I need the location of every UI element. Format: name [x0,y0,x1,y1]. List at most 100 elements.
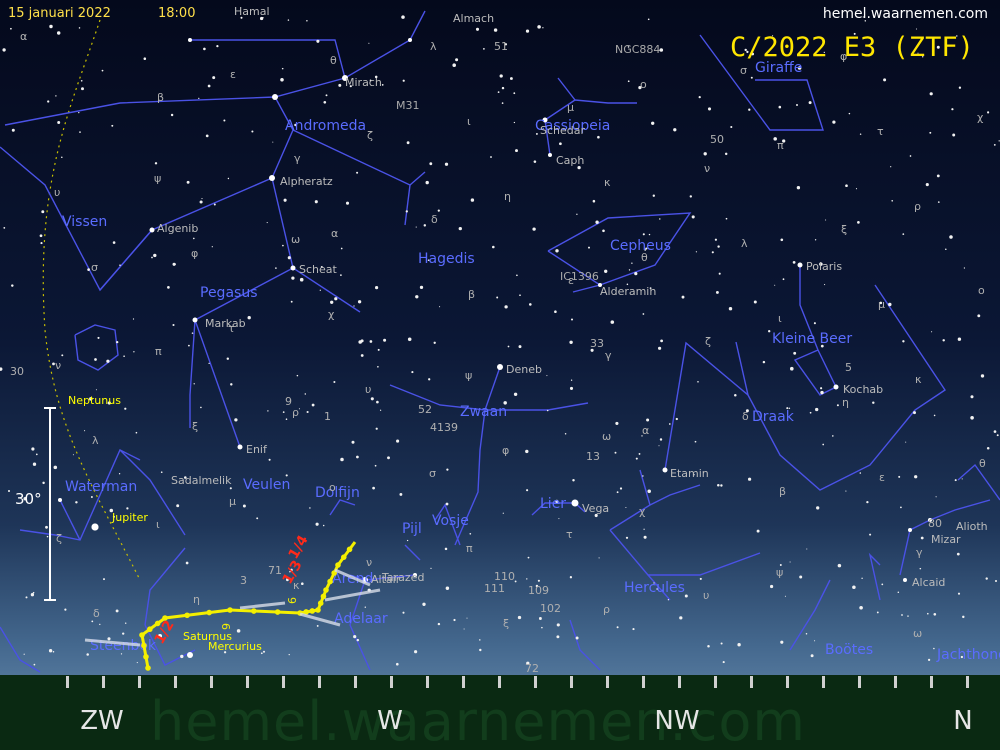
greek-letter-label: ξ [192,420,198,433]
star [859,133,862,135]
star [0,367,3,371]
star [598,557,600,559]
star [859,606,863,610]
star [55,95,57,97]
star [659,438,663,441]
flamsteed-number: 52 [418,403,432,416]
star [957,592,961,595]
star [153,253,157,258]
greek-letter-label: π [155,345,162,358]
star [538,617,542,620]
constellation-line [4,10,426,126]
flamsteed-number: 4139 [430,421,458,434]
greek-letter-label: α [331,227,338,240]
star [25,596,28,599]
greek-letter-label: κ [915,373,922,386]
greek-letter-label: π [466,542,473,555]
star [575,636,579,640]
star [822,443,825,446]
star [360,354,364,357]
flamsteed-number: 13 [586,450,600,463]
star [149,227,155,233]
star [958,86,962,89]
star [616,626,619,629]
star [291,276,295,280]
star [78,111,80,114]
star [681,295,685,299]
star [643,535,647,539]
star-map: Andromeda CassiopeiaGiraffeVissenPegasusH… [0,5,1000,675]
greek-letter-label: υ [54,186,60,199]
star-label: Polaris [806,260,842,273]
star [31,447,35,451]
star [768,330,771,333]
star [814,239,817,241]
star [507,345,510,348]
star [91,620,94,623]
star [353,635,357,639]
star [797,262,803,268]
star [642,475,644,477]
star [191,332,194,334]
star [861,577,863,580]
star [151,256,153,259]
star [501,102,504,104]
greek-letter-label: ν [55,359,61,372]
planet-label: Neptunus [68,394,121,407]
azimuth-tick [678,676,681,688]
star [572,478,575,482]
star [845,490,847,492]
star [883,78,887,82]
star [808,101,812,105]
chart-time: 18:00 [158,6,196,21]
star [632,628,635,631]
greek-letter-label: δ [93,607,100,620]
star [809,411,812,414]
star [445,502,449,506]
star [415,226,417,228]
star [929,131,932,134]
ecliptic-line [42,19,141,581]
greek-letter-label: ρ [603,603,610,616]
star [287,19,290,21]
star [615,421,619,425]
star [805,633,808,635]
star [81,87,84,91]
star [282,411,285,413]
star [200,406,202,409]
star [188,38,192,42]
star [280,78,284,82]
star [570,318,574,321]
star [667,599,670,601]
constellation-line [271,177,361,313]
star [316,39,320,43]
star [106,359,110,363]
greek-letter-label: ι [156,518,160,531]
star-label: Vega [582,502,609,515]
star [602,229,605,233]
star [756,529,760,533]
star [517,615,522,620]
star [40,242,43,245]
azimuth-tick [786,676,789,688]
star-label: Alioth [956,520,988,533]
star [124,622,127,624]
star [316,624,319,627]
flamsteed-number: 33 [590,337,604,350]
star [648,233,651,236]
star [364,606,366,608]
greek-letter-label: ο [978,284,985,297]
comet-position-dot [274,609,281,615]
star [695,251,698,253]
star [907,615,909,617]
constellation-label: Andromeda [285,118,366,134]
star [925,183,929,187]
star [61,156,63,159]
constellation-label: Jachthonden [936,647,1000,663]
star [646,418,650,422]
star-label: Alpheratz [280,175,333,188]
star [815,407,819,412]
star [832,120,836,124]
star [2,48,6,52]
scale-bar-label: 30° [15,490,42,508]
